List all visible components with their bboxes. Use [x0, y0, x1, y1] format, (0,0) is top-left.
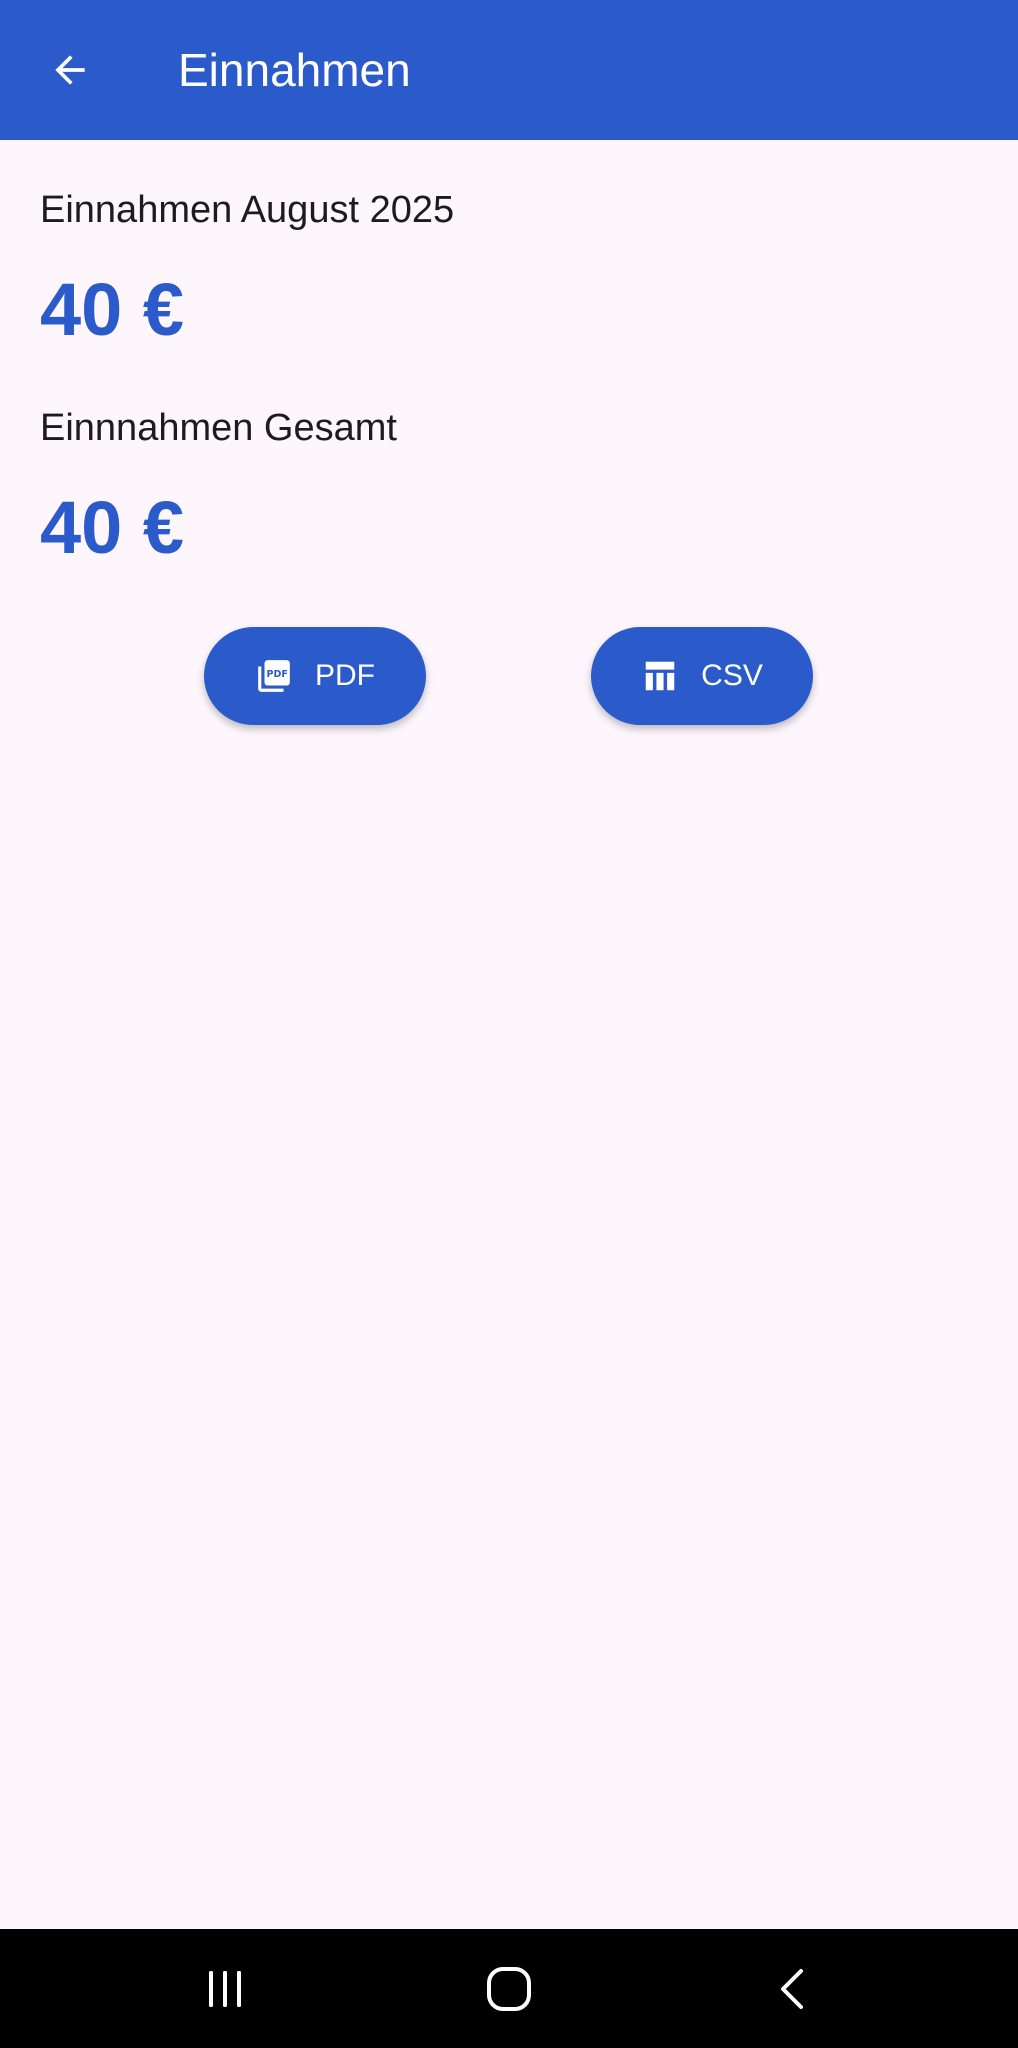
total-income-amount: 40 €: [40, 486, 185, 569]
app-bar: Einnahmen: [0, 0, 1018, 140]
recents-icon: [209, 1971, 241, 2007]
total-income-label: Einnnahmen Gesamt: [40, 407, 397, 449]
export-pdf-label: PDF: [315, 659, 375, 692]
month-income-amount: 40 €: [40, 268, 185, 351]
system-navigation-bar: [0, 1929, 1018, 2048]
home-button[interactable]: [449, 1949, 569, 2029]
export-csv-label: CSV: [701, 659, 763, 692]
table-icon: [641, 657, 679, 695]
export-csv-button[interactable]: CSV: [591, 627, 813, 725]
chevron-left-icon: [781, 1969, 803, 2009]
home-icon: [487, 1967, 531, 2011]
export-pdf-button[interactable]: PDF PDF: [204, 627, 426, 725]
month-income-label: Einnahmen August 2025: [40, 189, 455, 231]
back-button[interactable]: [34, 34, 106, 106]
arrow-left-icon: [55, 55, 85, 85]
svg-text:PDF: PDF: [266, 669, 287, 680]
pdf-file-icon: PDF: [255, 657, 293, 695]
page-title: Einnahmen: [178, 44, 411, 96]
system-back-button[interactable]: [733, 1949, 853, 2029]
recents-button[interactable]: [165, 1949, 285, 2029]
